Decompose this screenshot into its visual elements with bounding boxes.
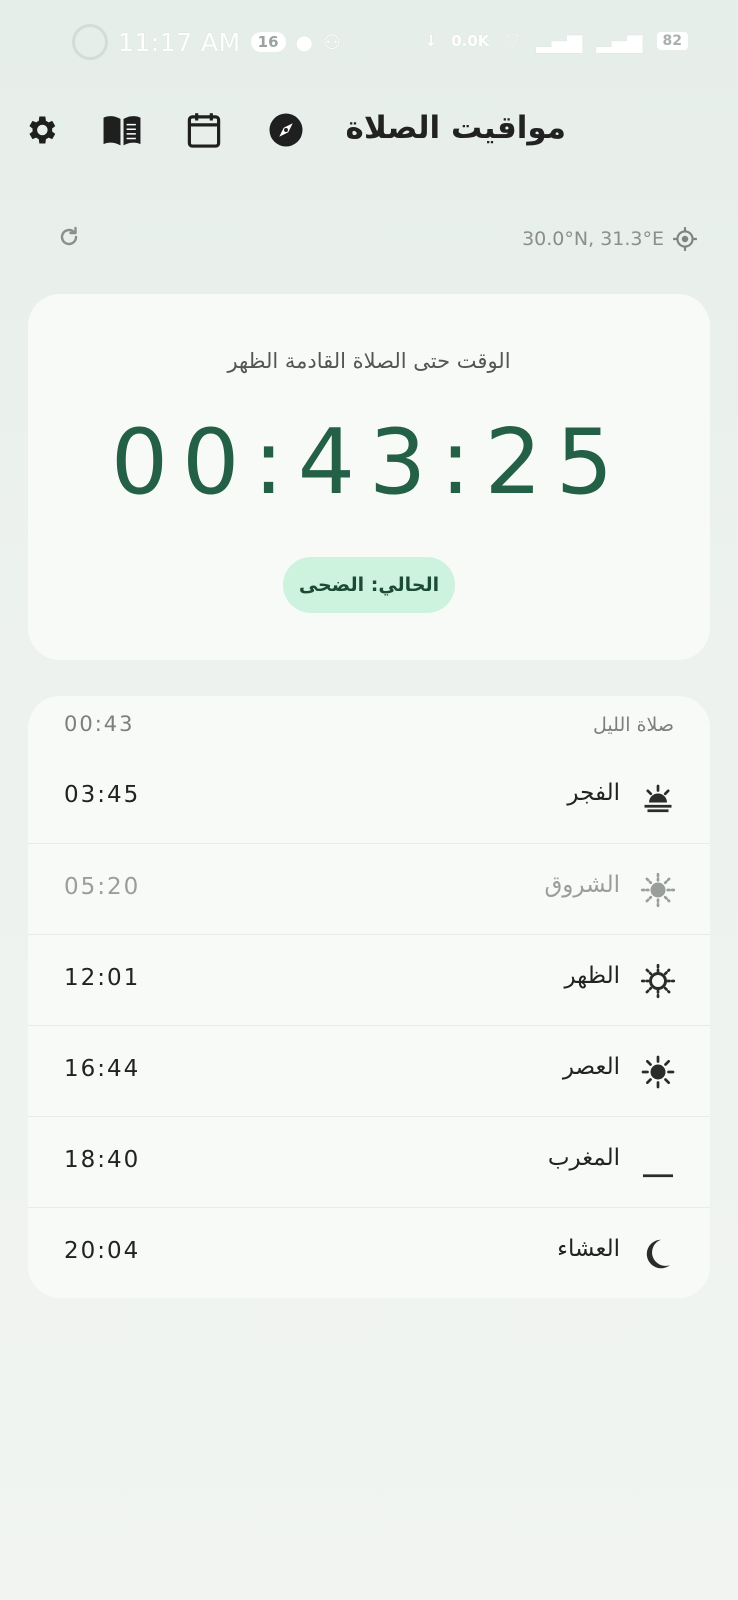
- sun-filled-icon: [640, 1054, 676, 1090]
- refresh-icon[interactable]: [54, 222, 84, 252]
- prayer-time: 18:40: [64, 1147, 141, 1173]
- app-toolbar: مواقيت الصلاة: [0, 98, 738, 162]
- book-icon[interactable]: [102, 110, 142, 150]
- location-row: 30.0°N, 31.3°E: [0, 222, 738, 258]
- prayer-row-fajr[interactable]: 03:45 الفجر: [28, 752, 710, 843]
- night-prayer-time: 00:43: [64, 712, 135, 736]
- download-icon: ↓: [424, 31, 438, 50]
- status-indicator-icon: [72, 24, 108, 60]
- gear-icon[interactable]: [21, 110, 61, 150]
- prayer-name: الظهر: [564, 963, 620, 989]
- prayer-times-card: 00:43 صلاة الليل 03:45 الفجر 05:20 الشرو…: [28, 696, 710, 1298]
- prayer-time: 03:45: [64, 782, 141, 808]
- prayer-name: العصر: [562, 1054, 620, 1080]
- gps-location-icon[interactable]: [672, 226, 698, 252]
- status-left: 11:17 AM 16 ● ⚇: [72, 24, 341, 60]
- status-time: 11:17 AM: [118, 27, 241, 57]
- compass-icon[interactable]: [266, 110, 306, 150]
- prayer-name: الفجر: [567, 780, 620, 806]
- sunrise-icon: [640, 780, 676, 816]
- countdown-timer: 00:43:25: [110, 410, 628, 515]
- countdown-card: الوقت حتى الصلاة القادمة الظهر 00:43:25 …: [28, 294, 710, 660]
- prayer-row-isha[interactable]: 20:04 العشاء: [28, 1207, 710, 1298]
- location-coordinates: 30.0°N, 31.3°E: [522, 228, 664, 250]
- prayer-row-maghrib[interactable]: 18:40 المغرب: [28, 1116, 710, 1207]
- contacts-icon: ⚇: [323, 30, 341, 54]
- prayer-name: الشروق: [544, 872, 620, 898]
- moon-horizon-icon: [640, 1145, 676, 1181]
- prayer-row-asr[interactable]: 16:44 العصر: [28, 1025, 710, 1116]
- page-title: مواقيت الصلاة: [345, 110, 566, 146]
- wifi-icon: ⌔: [503, 28, 523, 52]
- status-right: ↓ 0.0K ⌔ ▂▄▆ ▂▄▆ 82: [425, 28, 688, 53]
- prayer-time: 20:04: [64, 1238, 141, 1264]
- battery-indicator: 82: [656, 31, 688, 50]
- prayer-time: 16:44: [64, 1056, 141, 1082]
- message-icon: ●: [295, 30, 313, 54]
- prayer-row-dhuhr[interactable]: 12:01 الظهر: [28, 934, 710, 1025]
- signal-icon: ▂▄▆: [536, 28, 583, 53]
- status-bar: 11:17 AM 16 ● ⚇ ↓ 0.0K ⌔ ▂▄▆ ▂▄▆ 82: [0, 0, 738, 84]
- current-prayer-badge: الحالي: الضحى: [283, 557, 455, 613]
- signal-2-icon: ▂▄▆: [596, 28, 643, 53]
- crescent-moon-icon: [640, 1236, 676, 1272]
- night-prayer-row: 00:43 صلاة الليل: [28, 706, 710, 746]
- prayer-time: 12:01: [64, 965, 141, 991]
- prayer-name: المغرب: [547, 1145, 620, 1171]
- calendar-icon[interactable]: [184, 110, 224, 150]
- notification-count-badge: 16: [250, 32, 286, 52]
- net-speed: 0.0K: [451, 31, 490, 50]
- countdown-label: الوقت حتى الصلاة القادمة الظهر: [227, 349, 511, 373]
- sun-dotted-icon: [640, 872, 676, 908]
- prayer-time: 05:20: [64, 874, 141, 900]
- sun-outline-icon: [640, 963, 676, 999]
- night-prayer-name: صلاة الليل: [593, 714, 674, 736]
- prayer-name: العشاء: [557, 1236, 620, 1262]
- prayer-row-shuruq[interactable]: 05:20 الشروق: [28, 843, 710, 934]
